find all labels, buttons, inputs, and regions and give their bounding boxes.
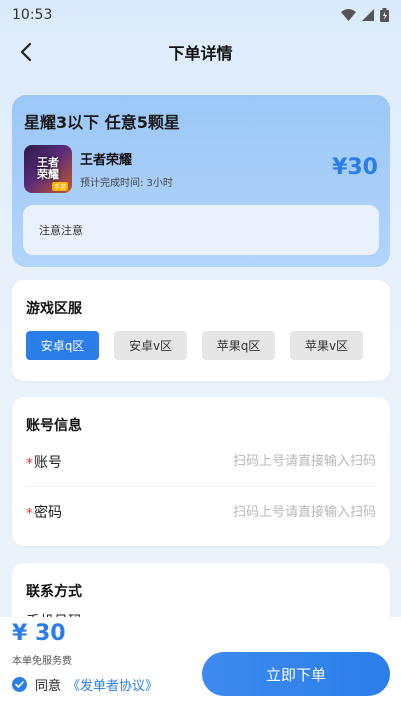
- account-label-text: 账号: [34, 454, 62, 471]
- password-field-row: * 密码: [26, 487, 376, 537]
- page-title: 下单详情: [168, 44, 233, 63]
- agree-text: 同意: [35, 679, 62, 694]
- game-logo-tag: 手游: [51, 182, 68, 191]
- region-card: 游戏区服 安卓q区 安卓v区 苹果q区 苹果v区: [12, 280, 390, 381]
- required-mark: *: [26, 455, 33, 472]
- account-card: 账号信息 * 账号 * 密码: [12, 397, 390, 546]
- region-option-android-q[interactable]: 安卓q区: [26, 331, 99, 360]
- fee-note: 本单免服务费: [12, 656, 72, 667]
- agreement-row[interactable]: 同意 《发单者协议》: [12, 675, 158, 694]
- account-input[interactable]: [176, 454, 376, 469]
- region-option-ios-q[interactable]: 苹果q区: [202, 331, 275, 360]
- signal-icon: [362, 9, 374, 21]
- game-info: 王者荣耀 预计完成时间: 3小时: [80, 149, 173, 189]
- notice-box: 注意注意: [23, 205, 379, 255]
- notice-text: 注意注意: [39, 224, 83, 237]
- order-price: ¥30: [332, 155, 378, 180]
- region-title: 游戏区服: [26, 301, 82, 317]
- chevron-left-icon: [20, 42, 32, 62]
- password-label: * 密码: [26, 502, 62, 522]
- estimated-time: 预计完成时间: 3小时: [80, 178, 173, 189]
- order-title: 星耀3以下 任意5颗星: [24, 113, 180, 132]
- account-title: 账号信息: [26, 418, 82, 434]
- region-option-android-v[interactable]: 安卓v区: [114, 331, 187, 360]
- agreement-link[interactable]: 《发单者协议》: [67, 675, 158, 694]
- order-summary-card: 星耀3以下 任意5颗星 王者 荣耀 手游 王者荣耀 预计完成时间: 3小时 ¥3…: [12, 95, 390, 267]
- bottom-bar: ¥ 30 本单免服务费 同意 《发单者协议》 立即下单: [0, 617, 401, 713]
- submit-order-button[interactable]: 立即下单: [202, 652, 390, 696]
- status-time: 10:53: [12, 7, 53, 23]
- account-label: * 账号: [26, 452, 62, 472]
- required-mark: *: [26, 506, 33, 522]
- back-button[interactable]: [12, 38, 40, 66]
- game-name: 王者荣耀: [80, 153, 133, 168]
- contact-title: 联系方式: [26, 584, 82, 600]
- status-icons: [341, 8, 389, 22]
- check-icon: [15, 681, 24, 688]
- status-bar: 10:53: [0, 0, 401, 30]
- region-option-ios-v[interactable]: 苹果v区: [290, 331, 363, 360]
- nav-bar: 下单详情: [0, 30, 401, 74]
- wifi-icon: [341, 9, 356, 21]
- account-field-row: * 账号: [26, 437, 376, 487]
- game-logo: 王者 荣耀 手游: [24, 145, 72, 193]
- agree-checkbox[interactable]: [12, 677, 27, 692]
- password-label-text: 密码: [34, 505, 62, 521]
- region-options: 安卓q区 安卓v区 苹果q区 苹果v区: [26, 331, 376, 360]
- password-input[interactable]: [176, 504, 376, 520]
- battery-icon: [380, 8, 389, 22]
- game-row: 王者 荣耀 手游 王者荣耀 预计完成时间: 3小时 ¥30: [24, 145, 378, 193]
- game-logo-text: 王者 荣耀: [37, 156, 59, 181]
- total-price: ¥ 30: [12, 621, 66, 646]
